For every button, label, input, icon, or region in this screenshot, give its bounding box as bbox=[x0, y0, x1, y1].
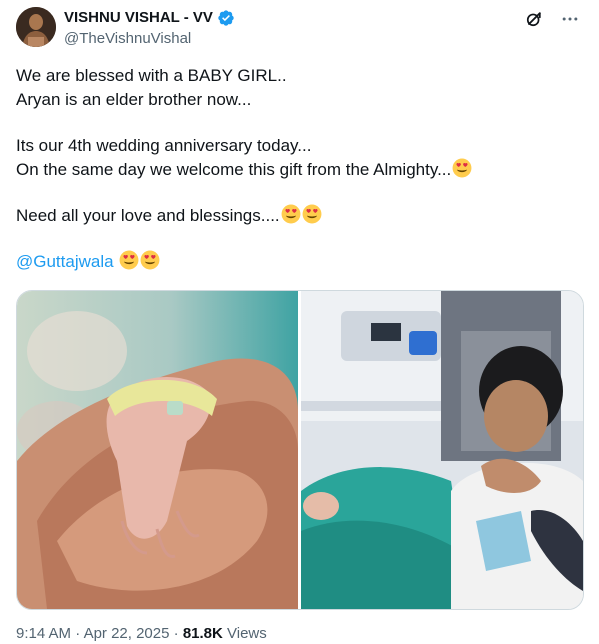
tweet-media-grid bbox=[16, 290, 584, 610]
heart-eyes-emoji-icon bbox=[140, 250, 160, 270]
media-photo-newborn-hand[interactable] bbox=[17, 291, 298, 609]
mention-link[interactable]: @Guttajwala bbox=[16, 252, 114, 271]
tweet-line: On the same day we welcome this gift fro… bbox=[16, 160, 452, 179]
tweet-line-with-emoji: @Guttajwala bbox=[16, 250, 576, 274]
tweet-text: We are blessed with a BABY GIRL.. Aryan … bbox=[16, 64, 576, 274]
verified-badge-icon bbox=[218, 10, 234, 26]
more-dots-icon bbox=[562, 17, 578, 21]
grok-icon bbox=[526, 12, 541, 27]
media-photo-brother-hospital[interactable] bbox=[301, 291, 583, 609]
newborn-hand-photo bbox=[17, 291, 298, 609]
tweet-line: Its our 4th wedding anniversary today... bbox=[16, 136, 312, 155]
tweet-line: Aryan is an elder brother now... bbox=[16, 90, 252, 109]
views-label: Views bbox=[227, 625, 267, 642]
author-name-row[interactable]: VISHNU VISHAL - VV bbox=[64, 8, 235, 28]
heart-eyes-emoji-icon bbox=[281, 204, 301, 224]
tweet-meta: 9:14 AM · Apr 22, 2025 · 81.8K Views bbox=[16, 624, 267, 644]
views-count: 81.8K bbox=[182, 625, 223, 642]
tweet-top-actions bbox=[523, 8, 581, 30]
more-options-button[interactable] bbox=[559, 8, 581, 30]
grok-button[interactable] bbox=[523, 8, 545, 30]
heart-eyes-emoji-icon bbox=[119, 250, 139, 270]
meta-separator: · bbox=[71, 625, 84, 642]
tweet-line-with-emoji: On the same day we welcome this gift fro… bbox=[16, 158, 576, 182]
author-handle[interactable]: @TheVishnuVishal bbox=[64, 29, 191, 49]
heart-eyes-emoji-icon bbox=[302, 204, 322, 224]
heart-eyes-emoji-icon bbox=[452, 158, 472, 178]
avatar[interactable] bbox=[16, 7, 56, 47]
brother-hospital-photo bbox=[301, 291, 583, 609]
tweet-time[interactable]: 9:14 AM bbox=[16, 625, 71, 642]
tweet-date[interactable]: Apr 22, 2025 bbox=[84, 625, 170, 642]
tweet-line: Need all your love and blessings.... bbox=[16, 206, 280, 225]
meta-separator: · bbox=[169, 625, 183, 642]
tweet-line-with-emoji: Need all your love and blessings.... bbox=[16, 204, 576, 228]
tweet-card: VISHNU VISHAL - VV @TheVishnuVishal We a… bbox=[0, 0, 599, 644]
author-name[interactable]: VISHNU VISHAL - VV bbox=[64, 8, 213, 28]
tweet-line: We are blessed with a BABY GIRL.. bbox=[16, 66, 287, 85]
profile-photo-icon bbox=[16, 7, 56, 47]
